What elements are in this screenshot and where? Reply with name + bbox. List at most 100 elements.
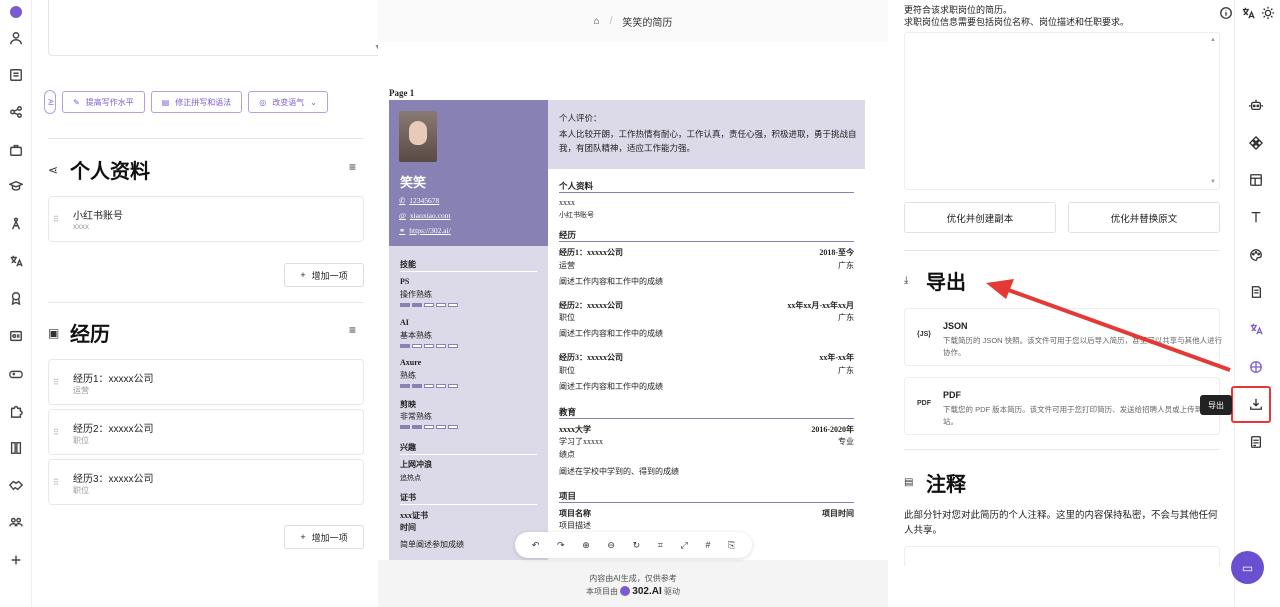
drag-handle-icon[interactable]: ⠿ [53,478,59,487]
export-header: ⤓ 导出 [904,266,966,295]
experience-item[interactable]: ⠿ 经历2：xxxxx公司 职位 [48,409,364,455]
footer-powered: 本项目由 302.AI 驱动 [378,585,888,598]
briefcase-icon[interactable] [8,142,24,158]
improve-writing-button[interactable]: ✎ 提高写作水平 [62,91,145,113]
book-icon[interactable] [8,440,24,456]
optimize-replace-button[interactable]: 优化并替换原文 [1068,202,1220,233]
export-json-card[interactable]: {JS} JSON 下载简历的 JSON 快照。该文件可用于您以后导入简历，甚至… [904,308,1222,366]
handshake-icon[interactable] [8,477,24,493]
profiles-menu-icon[interactable]: ≡ [349,160,356,174]
logo-icon[interactable] [8,4,24,20]
resume-page: 笑笑 ✆ 12345678 @ xiaoxiao.com ⚭ https://302.… [389,100,865,560]
exp-company: 经历1：xxxxx公司 [559,248,623,257]
sharing-icon[interactable] [1247,358,1265,376]
plus-icon[interactable] [8,552,24,568]
center-icon[interactable]: ⌗ [658,540,663,551]
id-card-icon[interactable] [8,328,24,344]
divider [400,454,537,455]
palette-icon[interactable] [1247,246,1265,264]
resume-title[interactable]: 笑笑的简历 [622,14,672,29]
exp-company: 经历2：xxxxx公司 [559,301,623,310]
edu-major: 学习了xxxxx [559,437,603,446]
robot-icon[interactable] [1247,96,1265,114]
skill-name: PS [400,277,410,286]
summary-textarea[interactable]: ▼ [48,0,378,56]
page-break-icon[interactable]: ⎘ [728,540,735,551]
email-contact[interactable]: @ xiaoxiao.com [399,211,451,220]
website-contact[interactable]: ⚭ https://302.ai/ [399,226,451,235]
translate-icon[interactable] [8,253,24,269]
divider [48,138,364,139]
user-icon[interactable] [8,30,24,46]
phone-contact[interactable]: ✆ 12345678 [399,196,439,205]
drag-handle-icon[interactable]: ⠿ [53,428,59,437]
right-sidebar [1220,0,1280,607]
chat-icon[interactable]: ▭ [1231,551,1264,584]
scroll-up-icon[interactable]: ▲ [1210,37,1216,43]
preview-area: ⌂ / 笑笑的简历 ⠿ ⠿ Page 1 笑笑 ✆12345678 @xiaox… [378,0,890,607]
exp-role: 职位 [559,366,575,375]
skill-level-bar [400,344,458,348]
layout-icon[interactable] [1247,171,1265,189]
profile-item-title: 小红书账号 [73,211,123,222]
zoom-in-icon[interactable]: ⊕ [582,540,590,551]
drag-handle-icon[interactable]: ⠿ [53,215,59,224]
share-icon[interactable] [8,104,24,120]
redo-icon[interactable]: ↷ [557,540,565,551]
fullscreen-icon[interactable]: ⤢ [680,540,687,551]
experience-item[interactable]: ⠿ 经历3：xxxxx公司 职位 [48,459,364,505]
briefcase-icon: ▣ [48,325,60,340]
project-name: 项目名称 [559,509,591,518]
document-icon[interactable] [8,67,24,83]
gamepad-icon[interactable] [8,366,24,382]
graduation-icon[interactable] [8,178,24,194]
divider [559,192,854,193]
optimize-copy-button[interactable]: 优化并创建副本 [904,202,1056,233]
change-tone-button[interactable]: ◎ 改变语气 ⌄ [248,91,328,113]
exp-location: 广东 [838,261,854,270]
undo-icon[interactable]: ↶ [532,540,540,551]
pen-icon: ✎ [73,97,80,107]
footer-brand[interactable]: 302.AI [632,586,661,597]
puzzle-icon[interactable] [8,403,24,419]
skill-icon[interactable] [8,216,24,232]
scroll-down-icon[interactable]: ▼ [1210,179,1216,185]
profile-value: xxxx [559,198,575,207]
profiles-title: 个人资料 [70,161,150,183]
notes-editor[interactable] [904,546,1220,566]
page-icon[interactable] [1247,283,1265,301]
page-label: Page 1 [389,88,415,98]
resume-name: 笑笑 [400,175,427,190]
experience-header: ▣ 经历 [48,318,110,347]
export-pdf-card[interactable]: PDF PDF 下载您的 PDF 版本简历。该文件可用于您打印简历、发送给招聘人… [904,377,1225,435]
experience-item-sub: 运营 [73,386,89,395]
info-icon[interactable] [1217,4,1235,22]
grid-icon[interactable]: # [705,540,710,550]
notes-header: ▤ 注释 [904,468,966,497]
job-description-textarea[interactable]: ▲ ▼ [904,32,1220,190]
profile-item[interactable]: ⠿ 小红书账号 xxxx [48,196,364,242]
experience-item[interactable]: ⠿ 经历1：xxxxx公司 运营 [48,359,364,405]
translate-icon[interactable] [1239,4,1257,22]
notes-icon[interactable] [1247,433,1265,451]
email-text: xiaoxiao.com [409,211,451,220]
typography-icon[interactable] [1247,208,1265,226]
add-profile-button[interactable]: + 增加一项 [284,263,364,287]
template-icon[interactable] [1247,134,1265,152]
add-experience-button[interactable]: + 增加一项 [284,525,364,549]
breadcrumb-separator: / [609,15,613,27]
theme-icon[interactable] [1259,4,1277,22]
drag-handle-icon[interactable]: ⠿ [53,378,59,387]
reset-zoom-icon[interactable]: ↻ [633,540,641,551]
at-icon: @ [399,211,406,220]
award-icon[interactable] [8,290,24,306]
resume-header-block: 笑笑 ✆ 12345678 @ xiaoxiao.com ⚭ https://302.… [389,100,548,246]
zoom-out-icon[interactable]: ⊖ [607,540,615,551]
phone-icon: ✆ [399,196,406,205]
experience-menu-icon[interactable]: ≡ [349,323,356,337]
language-icon[interactable] [1247,320,1265,338]
users-icon[interactable] [8,514,24,530]
exp-heading: 经历 [559,230,577,240]
home-icon[interactable]: ⌂ [594,16,600,27]
fix-grammar-button[interactable]: ▤ 修正拼写和语法 [150,91,243,113]
